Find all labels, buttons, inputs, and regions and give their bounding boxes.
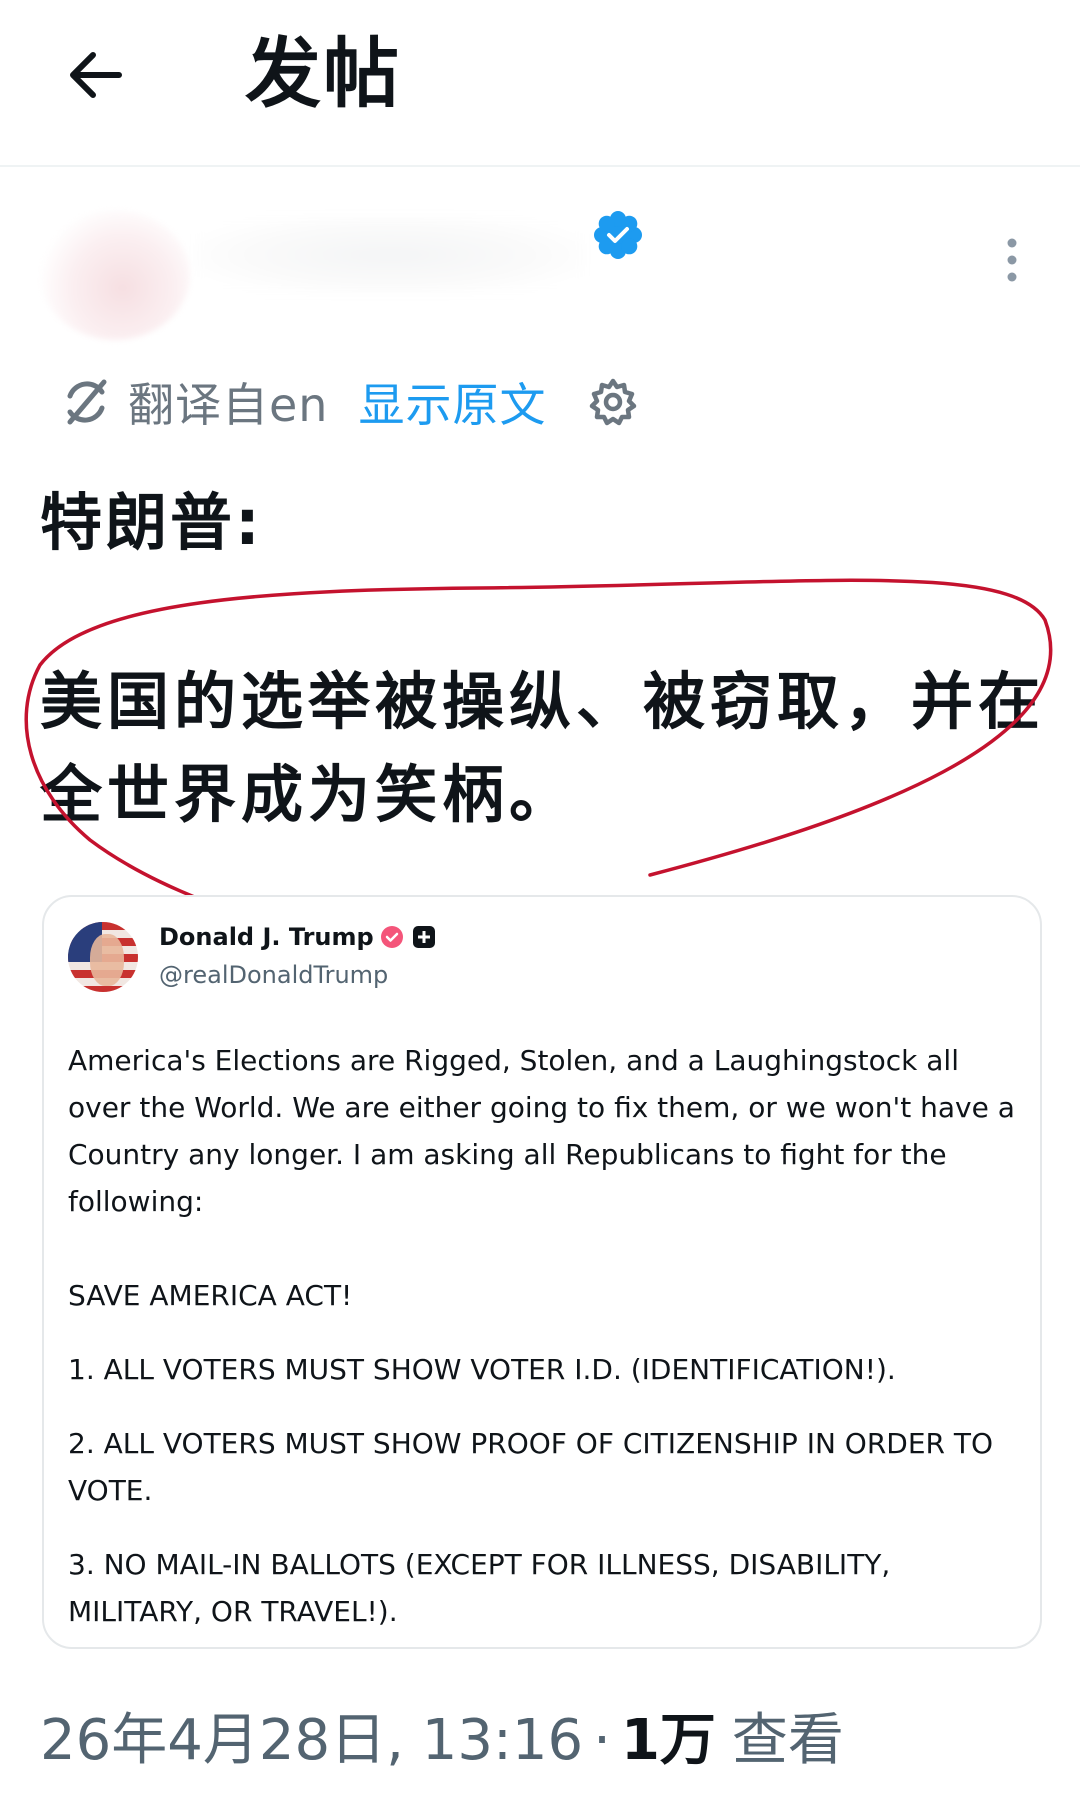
quoted-post-card[interactable]: Donald J. Trump @realDonaldTrump America… bbox=[42, 895, 1042, 1649]
quoted-paragraph: 2. ALL VOTERS MUST SHOW PROOF OF CITIZEN… bbox=[68, 1427, 994, 1507]
quoted-paragraph: America's Elections are Rigged, Stolen, … bbox=[68, 1044, 1015, 1218]
quoted-author-handle: @realDonaldTrump bbox=[159, 961, 389, 989]
verified-badge-icon bbox=[594, 211, 642, 259]
quoted-paragraph: 3. NO MAIL-IN BALLOTS (EXCEPT FOR ILLNES… bbox=[68, 1548, 891, 1628]
page-title: 发帖 bbox=[245, 29, 401, 118]
post-timestamp[interactable]: 26年4月28日, 13:16 bbox=[40, 1695, 583, 1776]
views-count: 1万 bbox=[620, 1708, 716, 1773]
show-original-link[interactable]: 显示原文 bbox=[358, 369, 546, 435]
back-arrow-icon bbox=[70, 52, 122, 98]
top-bar: 发帖 bbox=[0, 0, 1080, 167]
verified-badge-icon bbox=[380, 926, 403, 948]
back-button[interactable] bbox=[55, 30, 135, 120]
quoted-author-avatar[interactable] bbox=[68, 922, 138, 992]
affiliation-badge-icon bbox=[412, 926, 435, 948]
post-text-body: 美国的选举被操纵、被窃取，并在全世界成为笑柄。 bbox=[40, 665, 1046, 831]
more-vertical-icon[interactable] bbox=[997, 238, 1027, 282]
quoted-paragraph: SAVE AMERICA ACT! bbox=[68, 1279, 353, 1312]
meta-separator: · bbox=[593, 1708, 611, 1773]
settings-gear-icon[interactable] bbox=[588, 377, 638, 427]
quoted-author-name-row: Donald J. Trump bbox=[159, 923, 436, 951]
translate-icon bbox=[67, 379, 107, 425]
author-name-blurred[interactable] bbox=[195, 215, 585, 295]
author-avatar[interactable] bbox=[40, 210, 190, 340]
views-label: 查看 bbox=[731, 1708, 844, 1773]
post-meta: 26年4月28日, 13:16 · 1万 查看 bbox=[40, 1695, 844, 1776]
translation-bar: 翻译自en 显示原文 bbox=[58, 370, 638, 434]
quoted-post-text: America's Elections are Rigged, Stolen, … bbox=[68, 1037, 1023, 1635]
translated-from-label: 翻译自en bbox=[128, 378, 329, 432]
quoted-paragraph: 1. ALL VOTERS MUST SHOW VOTER I.D. (IDEN… bbox=[68, 1353, 896, 1386]
post-text-speaker: 特朗普: bbox=[40, 486, 263, 559]
quoted-author-name[interactable]: Donald J. Trump bbox=[159, 923, 374, 951]
